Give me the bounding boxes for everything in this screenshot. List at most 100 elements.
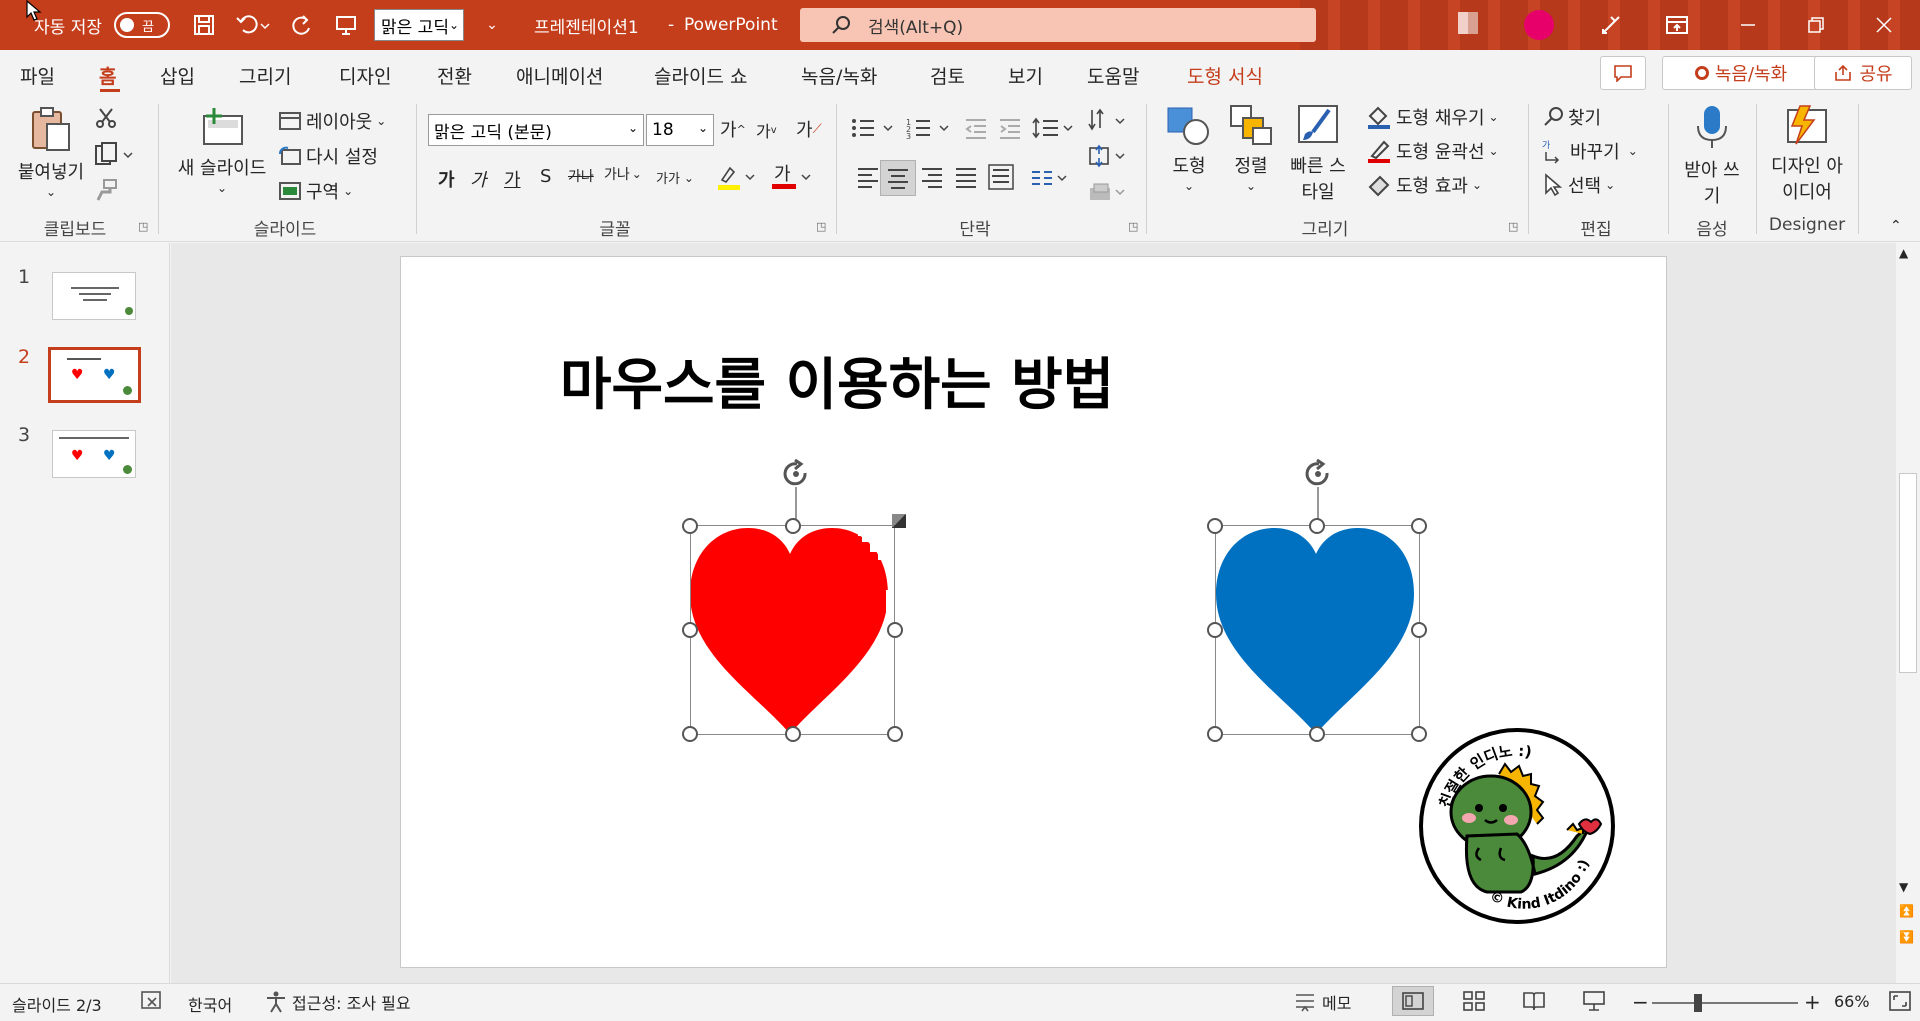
replace-button[interactable]: 가 바꾸기 ⌄ (1542, 138, 1638, 164)
shape-effects-button[interactable]: 도형 효과 ⌄ (1366, 172, 1482, 198)
resize-handle[interactable] (1411, 622, 1427, 638)
save-icon[interactable] (188, 0, 220, 50)
tab-help[interactable]: 도움말 (1087, 62, 1139, 89)
comments-button[interactable] (1600, 56, 1646, 90)
notes-button[interactable]: 메모 (1292, 990, 1351, 1014)
bullets-button[interactable] (850, 116, 896, 140)
resize-handle[interactable] (785, 518, 801, 534)
reading-view-icon[interactable] (1522, 990, 1546, 1012)
find-button[interactable]: 찾기 (1542, 104, 1601, 130)
clipboard-launcher-icon[interactable]: ◳ (138, 220, 148, 233)
change-case-button[interactable]: 가가 ⌄ (656, 168, 694, 188)
align-right-icon[interactable] (920, 166, 944, 188)
rotate-handle[interactable] (777, 459, 815, 525)
zoom-level[interactable]: 66% (1834, 992, 1870, 1011)
collapse-ribbon-icon[interactable]: ⌃ (1890, 218, 1902, 234)
zoom-slider[interactable] (1652, 1002, 1798, 1004)
minimize-icon[interactable] (1728, 0, 1768, 50)
tab-home[interactable]: 홈 (99, 62, 116, 89)
cut-icon[interactable] (94, 106, 118, 130)
select-button[interactable]: 선택 ⌄ (1542, 172, 1615, 198)
ribbon-display-icon[interactable] (1660, 0, 1694, 50)
grow-font-button[interactable]: 가 ^ (720, 116, 746, 142)
resize-handle[interactable] (1207, 518, 1223, 534)
clear-formatting-button[interactable]: 가 ⟋ (796, 116, 822, 142)
scroll-down-icon[interactable]: ▼ (1899, 880, 1908, 894)
new-slide-button[interactable]: 새 슬라이드 ⌄ (170, 106, 274, 194)
highlight-color-button[interactable] (716, 164, 756, 190)
tab-insert[interactable]: 삽입 (160, 62, 195, 89)
redo-icon[interactable] (286, 0, 318, 50)
slide-position[interactable]: 슬라이드 2/3 (12, 992, 102, 1016)
language-indicator[interactable]: 한국어 (188, 992, 232, 1016)
justify-icon[interactable] (954, 166, 978, 188)
tab-view[interactable]: 보기 (1008, 62, 1043, 89)
accessibility-button[interactable]: 접근성: 조사 필요 (264, 990, 411, 1014)
arrange-button[interactable]: 정렬 ⌄ (1224, 104, 1278, 192)
slide-thumbnail-1[interactable] (52, 272, 136, 320)
paragraph-launcher-icon[interactable]: ◳ (1128, 220, 1138, 233)
shape-fill-button[interactable]: 도형 채우기 ⌄ (1366, 104, 1499, 130)
pen-icon[interactable] (1596, 0, 1626, 50)
designer-button[interactable]: 디자인 아이디어 (1764, 104, 1850, 206)
undo-icon[interactable] (230, 0, 276, 50)
quick-styles-button[interactable]: 빠른 스타일 (1280, 104, 1356, 206)
resize-handle[interactable] (785, 726, 801, 742)
close-icon[interactable] (1864, 0, 1904, 50)
resize-handle[interactable] (887, 726, 903, 742)
zoom-in-icon[interactable]: + (1804, 990, 1821, 1014)
resize-handle[interactable] (1309, 726, 1325, 742)
font-family-select[interactable]: 맑은 고딕 (본문) ⌄ (428, 114, 644, 146)
normal-view-icon[interactable] (1392, 986, 1434, 1016)
share-button[interactable]: 공유 (1814, 56, 1912, 90)
tab-design[interactable]: 디자인 (339, 62, 391, 89)
avatar[interactable] (1524, 10, 1554, 40)
numbering-button[interactable]: 123 (906, 116, 952, 140)
resize-handle[interactable] (682, 726, 698, 742)
format-painter-icon[interactable] (94, 178, 118, 202)
shrink-font-button[interactable]: 가v (756, 118, 777, 142)
slideshow-view-icon[interactable] (1582, 990, 1606, 1012)
font-launcher-icon[interactable]: ◳ (816, 220, 826, 233)
tab-shape-format[interactable]: 도형 서식 (1187, 62, 1263, 89)
resize-handle[interactable] (682, 622, 698, 638)
paste-button[interactable]: 붙여넣기 ⌄ (14, 106, 88, 198)
font-size-select[interactable]: 18 ⌄ (646, 114, 714, 146)
customize-qat-icon[interactable]: ⌄ (480, 0, 504, 50)
quick-font-box[interactable]: 맑은 고딕 ⌄ (374, 9, 464, 41)
increase-indent-icon[interactable] (998, 116, 1022, 140)
resize-handle[interactable] (1411, 518, 1427, 534)
slide-thumbnail-2[interactable]: ♥ ♥ (48, 347, 141, 403)
restore-icon[interactable] (1796, 0, 1836, 50)
section-button[interactable]: 구역 ⌄ (278, 178, 353, 204)
zoom-out-icon[interactable]: − (1632, 990, 1649, 1014)
rotate-handle[interactable] (1299, 459, 1337, 525)
strikethrough-button[interactable]: 가나 (568, 166, 594, 186)
copy-icon[interactable] (94, 142, 134, 166)
resize-handle[interactable] (887, 622, 903, 638)
slide-title[interactable]: 마우스를 이용하는 방법 (560, 340, 1114, 421)
align-center-icon[interactable] (880, 160, 916, 196)
resize-handle[interactable] (682, 518, 698, 534)
shape-outline-button[interactable]: 도형 윤곽선 ⌄ (1366, 138, 1499, 164)
layout-button[interactable]: 레이아웃 ⌄ (278, 108, 386, 134)
character-spacing-button[interactable]: 가나 ⌄ (604, 164, 642, 184)
slide-thumbnail-3[interactable]: ♥ ♥ (52, 430, 136, 478)
fit-to-window-icon[interactable] (1888, 990, 1912, 1012)
resize-handle[interactable] (1309, 518, 1325, 534)
align-left-icon[interactable] (856, 166, 880, 188)
autosave-toggle[interactable]: 끔 (114, 0, 170, 50)
start-from-beginning-icon[interactable] (330, 0, 362, 50)
smartart-button[interactable] (1088, 180, 1128, 204)
slide-sorter-icon[interactable] (1462, 990, 1486, 1012)
tab-transitions[interactable]: 전환 (437, 62, 472, 89)
tab-review[interactable]: 검토 (930, 62, 965, 89)
decrease-indent-icon[interactable] (964, 116, 988, 140)
search-box[interactable]: 검색(Alt+Q) (800, 8, 1316, 42)
zoom-slider-thumb[interactable] (1694, 994, 1702, 1012)
next-slide-icon[interactable]: ⏬ (1899, 930, 1914, 944)
spell-check-icon[interactable] (140, 990, 166, 1012)
dictate-button[interactable]: 받아 쓰기 (1676, 104, 1748, 210)
text-shadow-button[interactable]: S (540, 166, 551, 187)
record-button[interactable]: 녹음/녹화 (1662, 56, 1820, 90)
